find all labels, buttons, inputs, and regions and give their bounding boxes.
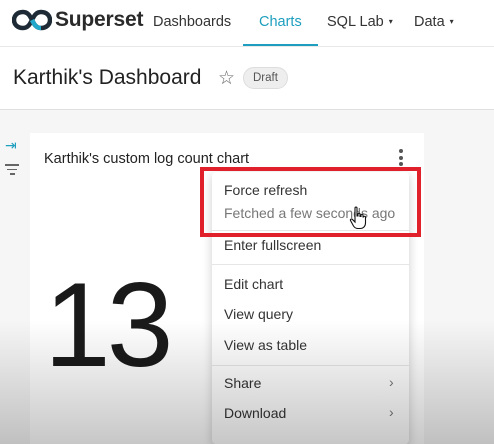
nav-charts[interactable]: Charts [259,14,302,30]
status-badge[interactable]: Draft [243,67,288,89]
nav-sql-lab-label: SQL Lab [327,14,384,30]
menu-edit-chart[interactable]: Edit chart [224,276,283,292]
menu-enter-fullscreen[interactable]: Enter fullscreen [224,237,321,253]
menu-force-refresh[interactable]: Force refresh [224,182,307,198]
nav-dashboards[interactable]: Dashboards [153,14,231,30]
dashboard-title[interactable]: Karthik's Dashboard [13,66,201,90]
top-navbar: Superset Dashboards Charts SQL Lab ▾ Data… [0,0,494,47]
menu-view-as-table[interactable]: View as table [224,337,307,353]
more-options-icon[interactable] [397,149,405,169]
superset-logo[interactable]: Superset [12,8,143,32]
hand-pointer-cursor-icon [349,206,367,230]
chevron-right-icon: › [389,374,394,390]
menu-download[interactable]: Download [224,405,286,421]
menu-view-query[interactable]: View query [224,306,293,322]
menu-divider [212,230,409,231]
caret-down-icon: ▾ [449,17,454,26]
caret-down-icon: ▾ [388,17,393,26]
menu-divider [212,365,409,366]
menu-fetched-status: Fetched a few seconds ago [224,205,396,221]
brand-name: Superset [55,8,144,31]
chart-title[interactable]: Karthik's custom log count chart [44,151,249,167]
nav-dashboards-label: Dashboards [153,14,232,30]
expand-filters-icon[interactable]: ⇥ [5,137,17,154]
filter-icon[interactable] [5,164,19,178]
big-number-value: 13 [44,258,173,392]
superset-logo-icon [12,9,52,31]
favorite-star-icon[interactable]: ☆ [218,67,235,90]
dashboard-header: Karthik's Dashboard ☆ Draft [0,47,494,110]
nav-sql-lab[interactable]: SQL Lab ▾ [327,14,393,30]
menu-share[interactable]: Share [224,375,261,391]
chart-options-menu: Force refresh Fetched a few seconds ago … [212,172,409,444]
menu-divider [212,264,409,265]
active-tab-indicator [243,44,318,46]
nav-data[interactable]: Data ▾ [414,14,454,30]
chevron-right-icon: › [389,404,394,420]
nav-charts-label: Charts [259,14,302,30]
nav-data-label: Data [414,14,445,30]
